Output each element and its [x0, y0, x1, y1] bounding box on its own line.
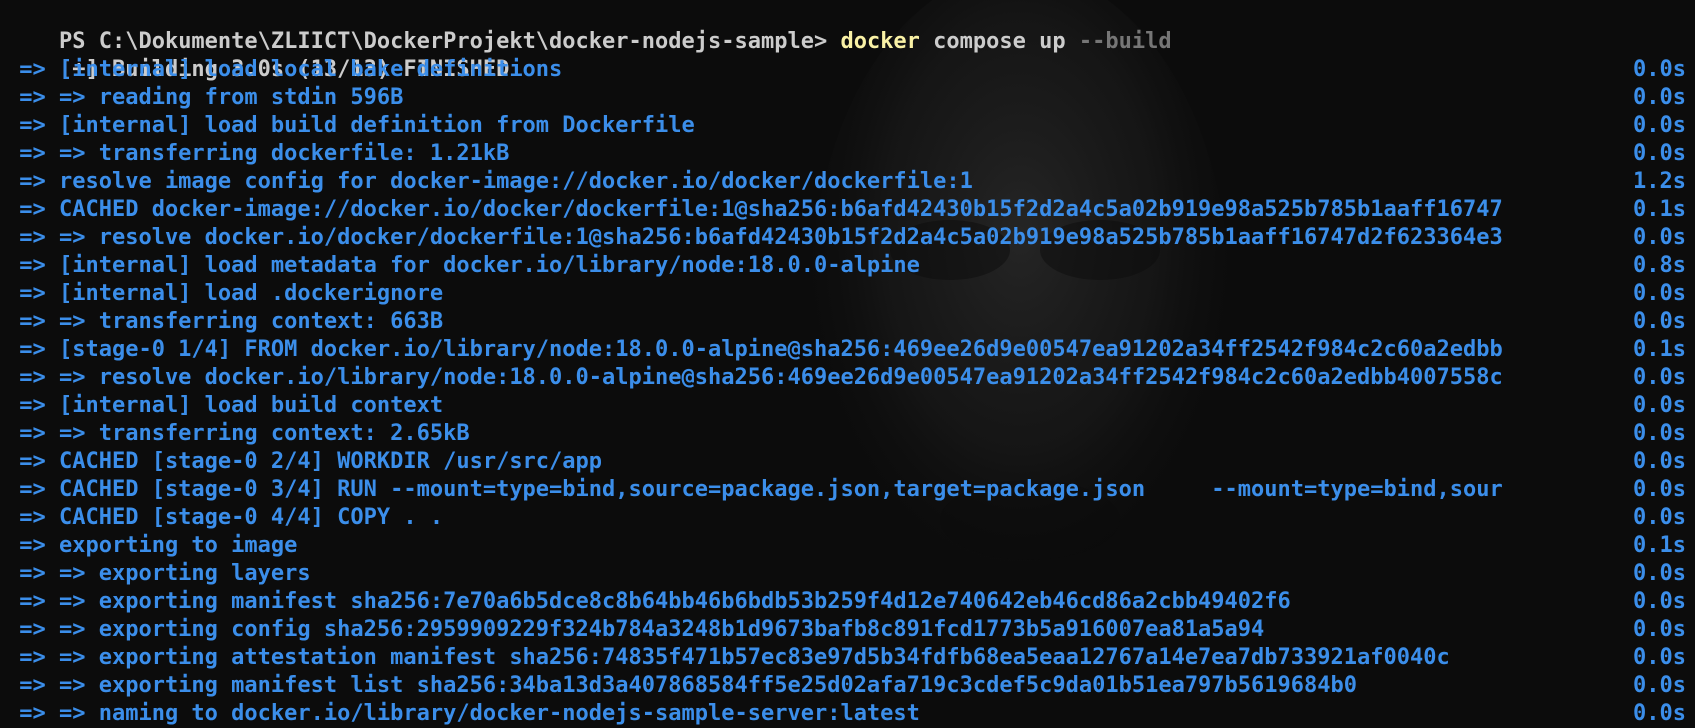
build-step-text: => CACHED [stage-0 3/4] RUN --mount=type…: [6, 477, 1503, 502]
build-step-text: => [stage-0 1/4] FROM docker.io/library/…: [6, 337, 1503, 362]
build-step-time: 0.0s: [1633, 225, 1686, 250]
build-step-text: => => transferring context: 2.65kB: [6, 421, 470, 446]
build-step-line: => => resolve docker.io/library/node:18.…: [6, 364, 1686, 392]
build-step-text: => resolve image config for docker-image…: [6, 169, 973, 194]
build-step-line: => CACHED [stage-0 3/4] RUN --mount=type…: [6, 476, 1686, 504]
command-prompt-line[interactable]: PS C:\Dokumente\ZLIICT\DockerProjekt\doc…: [6, 0, 1686, 54]
build-step-time: 0.0s: [1633, 113, 1686, 138]
build-step-time: 0.0s: [1633, 673, 1686, 698]
build-step-time: 0.1s: [1633, 197, 1686, 222]
build-step-text: => CACHED [stage-0 2/4] WORKDIR /usr/src…: [6, 449, 603, 474]
build-step-line: => => exporting config sha256:2959909229…: [6, 616, 1686, 644]
build-step-time: 0.0s: [1633, 141, 1686, 166]
build-step-text: => [internal] load build context: [6, 393, 444, 418]
build-step-text: => => transferring context: 663B: [6, 309, 444, 334]
build-step-text: => exporting to image: [6, 533, 298, 558]
build-step-text: => [internal] load build definition from…: [6, 113, 695, 138]
build-step-line: => [internal] load .dockerignore 0.0s: [6, 280, 1686, 308]
build-step-line: => => naming to docker.io/library/docker…: [6, 700, 1686, 728]
build-step-time: 0.0s: [1633, 589, 1686, 614]
build-step-line: => exporting to image 0.1s: [6, 532, 1686, 560]
build-step-time: 0.0s: [1633, 505, 1686, 530]
build-step-line: => => transferring dockerfile: 1.21kB 0.0…: [6, 140, 1686, 168]
build-step-line: => => resolve docker.io/docker/dockerfil…: [6, 224, 1686, 252]
build-step-text: => [internal] load .dockerignore: [6, 281, 444, 306]
build-step-text: => => exporting manifest sha256:7e70a6b5…: [6, 589, 1291, 614]
build-step-line: => => transferring context: 663B 0.0s: [6, 308, 1686, 336]
build-step-line: => CACHED [stage-0 2/4] WORKDIR /usr/src…: [6, 448, 1686, 476]
build-step-time: 0.0s: [1633, 57, 1686, 82]
build-step-line: => [internal] load build definition from…: [6, 112, 1686, 140]
build-step-time: 0.0s: [1633, 701, 1686, 726]
build-step-time: 0.1s: [1633, 337, 1686, 362]
build-step-time: 0.0s: [1633, 477, 1686, 502]
build-step-time: 0.0s: [1633, 85, 1686, 110]
build-step-line: => [stage-0 1/4] FROM docker.io/library/…: [6, 336, 1686, 364]
build-step-text: => => resolve docker.io/library/node:18.…: [6, 365, 1503, 390]
build-step-text: => => resolve docker.io/docker/dockerfil…: [6, 225, 1503, 250]
build-step-time: 0.0s: [1633, 393, 1686, 418]
build-step-line: => => reading from stdin 596B 0.0s: [6, 84, 1686, 112]
build-step-line: => => exporting manifest list sha256:34b…: [6, 672, 1686, 700]
build-step-line: => resolve image config for docker-image…: [6, 168, 1686, 196]
build-step-text: => => exporting config sha256:2959909229…: [6, 617, 1265, 642]
build-step-text: => => exporting attestation manifest sha…: [6, 645, 1450, 670]
build-step-text: => [internal] load metadata for docker.i…: [6, 253, 920, 278]
build-step-text: => => naming to docker.io/library/docker…: [6, 701, 920, 726]
build-step-time: 0.0s: [1633, 449, 1686, 474]
build-step-time: 1.2s: [1633, 169, 1686, 194]
build-step-time: 0.0s: [1633, 365, 1686, 390]
build-step-line: => CACHED docker-image://docker.io/docke…: [6, 196, 1686, 224]
build-step-text: => [internal] load local bake definition…: [6, 57, 563, 82]
build-step-text: => => exporting manifest list sha256:34b…: [6, 673, 1358, 698]
build-step-line: => [internal] load local bake definition…: [6, 56, 1686, 84]
build-step-time: 0.0s: [1633, 561, 1686, 586]
build-step-text: => CACHED [stage-0 4/4] COPY . .: [6, 505, 444, 530]
build-step-line: => => exporting attestation manifest sha…: [6, 644, 1686, 672]
build-step-time: 0.0s: [1633, 309, 1686, 334]
build-step-line: => [internal] load build context 0.0s: [6, 392, 1686, 420]
build-step-time: 0.0s: [1633, 281, 1686, 306]
build-step-text: => => exporting layers: [6, 561, 311, 586]
build-step-time: 0.8s: [1633, 253, 1686, 278]
build-step-text: => => reading from stdin 596B: [6, 85, 404, 110]
build-step-text: => => transferring dockerfile: 1.21kB: [6, 141, 510, 166]
build-status-line: [+] Building 3.0s (13/13) FINISHED: [6, 28, 1686, 82]
build-step-line: => [internal] load metadata for docker.i…: [6, 252, 1686, 280]
build-step-time: 0.1s: [1633, 533, 1686, 558]
build-step-time: 0.0s: [1633, 645, 1686, 670]
build-step-time: 0.0s: [1633, 617, 1686, 642]
build-step-line: => => exporting layers 0.0s: [6, 560, 1686, 588]
build-step-text: => CACHED docker-image://docker.io/docke…: [6, 197, 1503, 222]
terminal-window[interactable]: PS C:\Dokumente\ZLIICT\DockerProjekt\doc…: [0, 0, 1695, 728]
build-step-line: => => exporting manifest sha256:7e70a6b5…: [6, 588, 1686, 616]
build-step-line: => CACHED [stage-0 4/4] COPY . . 0.0s: [6, 504, 1686, 532]
build-step-time: 0.0s: [1633, 421, 1686, 446]
build-step-line: => => transferring context: 2.65kB 0.0s: [6, 420, 1686, 448]
